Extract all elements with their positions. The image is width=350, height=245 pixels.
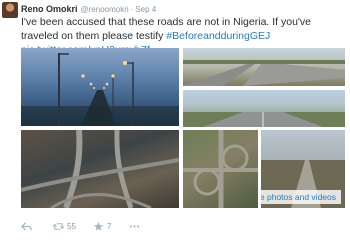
hashtag-link[interactable]: #BeforeandduringGEJ: [166, 30, 270, 42]
photo-city-road[interactable]: View more photos and videos: [261, 130, 345, 208]
tweet-date[interactable]: Sep 4: [135, 5, 156, 14]
photo-highway-panorama[interactable]: [183, 90, 345, 127]
retweet-button[interactable]: 55: [53, 219, 76, 233]
favorite-button[interactable]: 7: [93, 219, 111, 233]
tweet-actions: 55 7: [21, 219, 221, 233]
retweet-icon: [53, 222, 64, 230]
photo-cloverleaf[interactable]: [183, 130, 258, 208]
photo-aerial-interchange[interactable]: [21, 130, 179, 208]
more-button[interactable]: [129, 219, 140, 233]
view-more-link[interactable]: View more photos and videos: [261, 190, 341, 204]
author-name[interactable]: Reno Omokri: [21, 4, 78, 14]
favorite-count: 7: [107, 221, 112, 231]
author-handle[interactable]: @renoomokri: [81, 5, 129, 14]
photo-expressway[interactable]: [183, 48, 345, 86]
more-icon: [129, 224, 140, 228]
photo-street-lights[interactable]: [21, 48, 179, 126]
reply-button[interactable]: [21, 219, 32, 233]
tweet: Reno Omokri @renoomokri · Sep 4 I've been a…: [0, 0, 350, 245]
separator: ·: [130, 5, 134, 14]
reply-icon: [21, 221, 32, 231]
avatar[interactable]: [2, 2, 18, 18]
photo-grid: View more photos and videos: [21, 48, 345, 212]
star-icon: [93, 221, 104, 231]
retweet-count: 55: [67, 221, 76, 231]
tweet-header: Reno Omokri @renoomokri · Sep 4: [21, 3, 156, 15]
